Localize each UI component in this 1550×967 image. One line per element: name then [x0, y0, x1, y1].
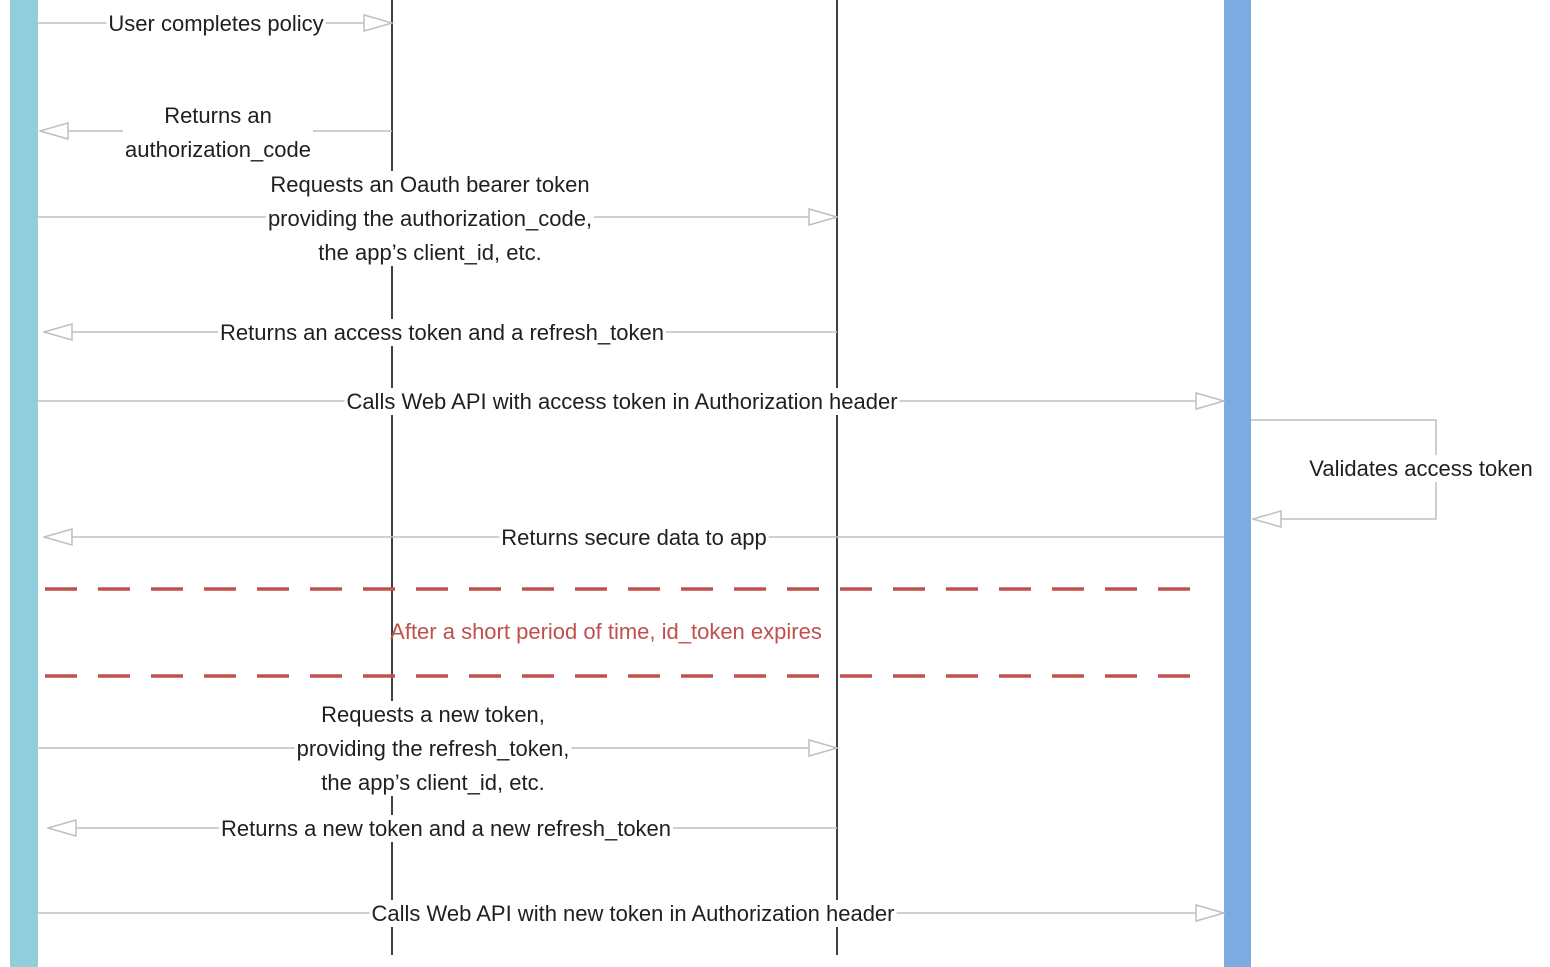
message-validates-access-token: Validates access token: [1251, 419, 1535, 519]
message-requests-bearer-token: Requests an Oauth bearer token providing…: [38, 171, 837, 266]
message-calls-web-api-new-token: Calls Web API with new token in Authoriz…: [38, 900, 1224, 927]
message-requests-new-token: Requests a new token, providing the refr…: [38, 701, 837, 796]
message-label: User completes policy: [108, 11, 323, 36]
sequence-diagram: User completes policy Returns an authori…: [0, 0, 1550, 967]
message-returns-authorization-code: Returns an authorization_code: [40, 102, 392, 163]
separator-label: After a short period of time, id_token e…: [390, 619, 822, 644]
message-label: Returns an access token and a refresh_to…: [220, 320, 664, 345]
message-label: providing the refresh_token,: [297, 736, 570, 761]
client-app-lifeline: [10, 0, 38, 967]
message-label: Returns an: [164, 103, 272, 128]
message-label: providing the authorization_code,: [268, 206, 592, 231]
message-calls-web-api-access-token: Calls Web API with access token in Autho…: [38, 388, 1224, 415]
message-label: authorization_code: [125, 137, 311, 162]
web-api-lifeline: [1224, 0, 1251, 967]
message-user-completes-policy: User completes policy: [38, 10, 392, 37]
message-label: Returns secure data to app: [501, 525, 766, 550]
message-label: the app’s client_id, etc.: [318, 240, 541, 265]
message-label: Requests a new token,: [321, 702, 545, 727]
message-label: Returns a new token and a new refresh_to…: [221, 816, 671, 841]
message-label: Calls Web API with new token in Authoriz…: [371, 901, 894, 926]
message-returns-access-and-refresh-token: Returns an access token and a refresh_to…: [44, 319, 837, 346]
sequence-diagram-canvas: User completes policy Returns an authori…: [10, 0, 1535, 967]
message-label: Calls Web API with access token in Autho…: [346, 389, 897, 414]
message-returns-secure-data: Returns secure data to app: [44, 524, 1224, 551]
message-label: the app’s client_id, etc.: [321, 770, 544, 795]
message-label: Validates access token: [1309, 456, 1532, 481]
message-returns-new-token-and-refresh: Returns a new token and a new refresh_to…: [48, 815, 837, 842]
message-label: Requests an Oauth bearer token: [270, 172, 589, 197]
